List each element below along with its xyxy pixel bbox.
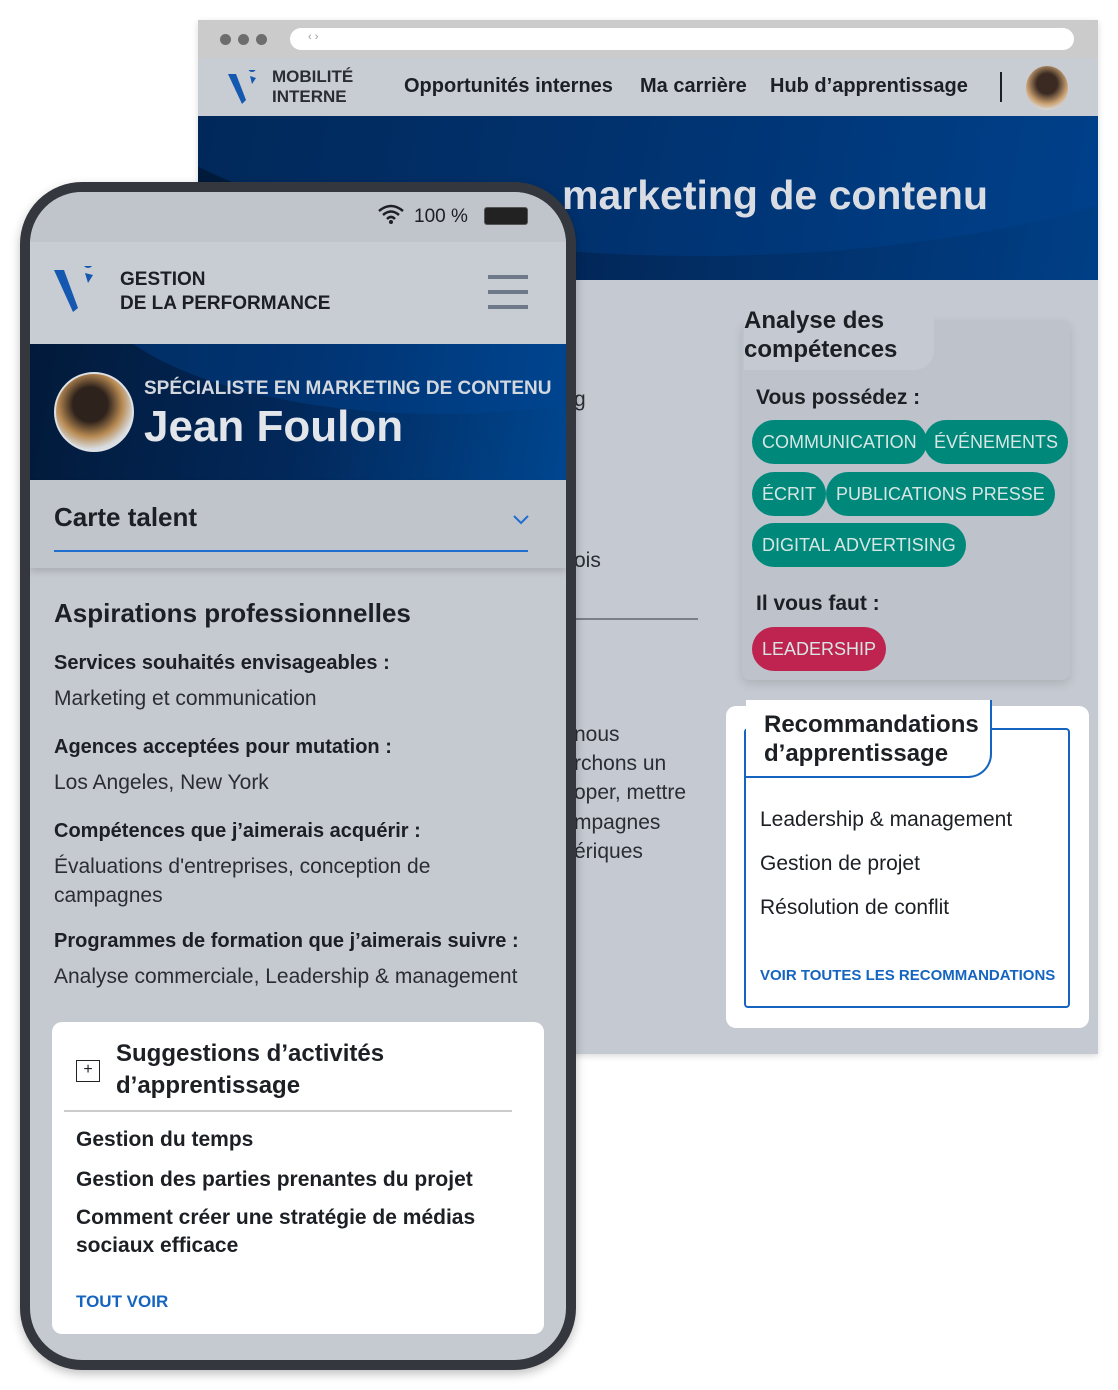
skill-chip[interactable]: DIGITAL ADVERTISING <box>752 523 966 567</box>
recommendations-box: Recommandations d’apprentissage Leadersh… <box>744 700 1070 1008</box>
occluded-text: nous <box>574 723 620 746</box>
occluded-text: mpagnes <box>574 811 661 834</box>
accordion-title: Carte talent <box>54 502 198 532</box>
recommendations-title: Recommandations d’apprentissage <box>746 700 992 778</box>
window-dot-icon[interactable] <box>238 34 249 45</box>
profile-banner: SPÉCIALISTE EN MARKETING DE CONTENU Jean… <box>30 344 566 480</box>
address-bar[interactable]: ‹ › <box>290 28 1074 50</box>
page-title: marketing de contenu <box>562 172 989 218</box>
suggestion-item[interactable]: Gestion du temps <box>76 1126 516 1154</box>
see-all-recommendations-link[interactable]: VOIR TOUTES LES RECOMMANDATIONS <box>760 967 1055 984</box>
window-dot-icon[interactable] <box>256 34 267 45</box>
phone-header: GESTION DE LA PERFORMANCE <box>30 242 566 344</box>
have-label: Vous possédez : <box>756 386 921 409</box>
nav-ma-carriere[interactable]: Ma carrière <box>640 75 747 98</box>
app-name: GESTION DE LA PERFORMANCE <box>120 268 330 316</box>
field-label: Compétences que j’aimerais acquérir : <box>54 820 421 842</box>
skill-chip[interactable]: COMMUNICATION <box>752 420 927 464</box>
skills-analysis-card: Vous possédez : COMMUNICATION ÉVÉNEMENTS… <box>742 320 1070 680</box>
divider <box>64 1110 512 1112</box>
profile-avatar <box>54 372 134 452</box>
divider <box>1000 72 1002 102</box>
field-value: Los Angeles, New York <box>54 771 269 794</box>
field-value: Marketing et communication <box>54 687 317 710</box>
section-title: Aspirations professionnelles <box>54 598 411 628</box>
skills-title: Analyse des compétences <box>744 306 934 370</box>
skill-chip-missing[interactable]: LEADERSHIP <box>752 627 887 671</box>
recommendation-item[interactable]: Gestion de projet <box>760 852 920 876</box>
skill-chip[interactable]: PUBLICATIONS PRESSE <box>826 472 1055 516</box>
accordion-underline <box>54 550 528 552</box>
suggestions-card: + Suggestions d’activités d’apprentissag… <box>52 1022 544 1334</box>
browser-chrome: ‹ › <box>198 20 1098 58</box>
field-label: Services souhaités envisageables : <box>54 652 390 674</box>
app-name-line: MOBILITÉ <box>272 67 354 86</box>
occluded-text: ois <box>574 549 601 572</box>
profile-name: Jean Foulon <box>144 402 404 451</box>
skill-chip[interactable]: ÉVÉNEMENTS <box>924 420 1069 464</box>
app-name-line: INTERNE <box>272 87 347 106</box>
top-nav: MOBILITÉ INTERNE Opportunités internes Ma… <box>198 58 1098 116</box>
nav-arrows-icon[interactable]: ‹ › <box>308 31 318 43</box>
field-label: Agences acceptées pour mutation : <box>54 736 392 758</box>
battery-icon <box>484 207 528 225</box>
app-name-line: DE LA PERFORMANCE <box>120 293 331 314</box>
occluded-text: oper, mettre <box>574 781 687 804</box>
need-label: Il vous faut : <box>756 592 880 615</box>
carte-talent-accordion[interactable]: Carte talent <box>30 480 566 568</box>
nav-opportunites[interactable]: Opportunités internes <box>404 75 613 98</box>
status-bar: 100 % <box>30 192 566 242</box>
wifi-icon <box>378 204 404 224</box>
recommendation-item[interactable]: Résolution de conflit <box>760 896 949 920</box>
suggestion-item[interactable]: Gestion des parties prenantes du projet <box>76 1166 516 1194</box>
window-dot-icon[interactable] <box>220 34 231 45</box>
suggestions-title: Suggestions d’activités d’apprentissage <box>116 1040 385 1099</box>
see-all-link[interactable]: TOUT VOIR <box>76 1292 168 1312</box>
field-value: Analyse commerciale, Leadership & manage… <box>54 965 518 988</box>
avatar[interactable] <box>1026 66 1068 110</box>
suggestion-item[interactable]: Comment créer une stratégie de médias so… <box>76 1204 516 1260</box>
field-value: Évaluations d'entreprises, conception de… <box>54 855 431 907</box>
chevron-down-icon[interactable] <box>512 514 530 526</box>
logo-icon <box>228 70 256 104</box>
occluded-text: ériques <box>574 840 643 863</box>
skill-chip[interactable]: ÉCRIT <box>752 472 826 516</box>
recommendations-card: Recommandations d’apprentissage Leadersh… <box>726 700 1089 1028</box>
divider <box>574 618 698 620</box>
hamburger-menu-icon[interactable] <box>488 275 528 309</box>
app-name-line: GESTION <box>120 269 206 290</box>
logo-icon <box>54 266 93 312</box>
job-title: SPÉCIALISTE EN MARKETING DE CONTENU <box>144 378 552 399</box>
folder-add-icon[interactable]: + <box>76 1060 100 1082</box>
field-label: Programmes de formation que j’aimerais s… <box>54 930 519 952</box>
phone-frame: 100 % GESTION DE LA PERFORMANCE SPÉCIALIS… <box>20 182 576 1370</box>
recommendation-item[interactable]: Leadership & management <box>760 808 1012 832</box>
app-name: MOBILITÉ INTERNE <box>272 67 353 107</box>
nav-hub[interactable]: Hub d’apprentissage <box>770 75 968 98</box>
battery-level: 100 % <box>414 206 468 227</box>
occluded-text: rchons un <box>574 752 667 775</box>
